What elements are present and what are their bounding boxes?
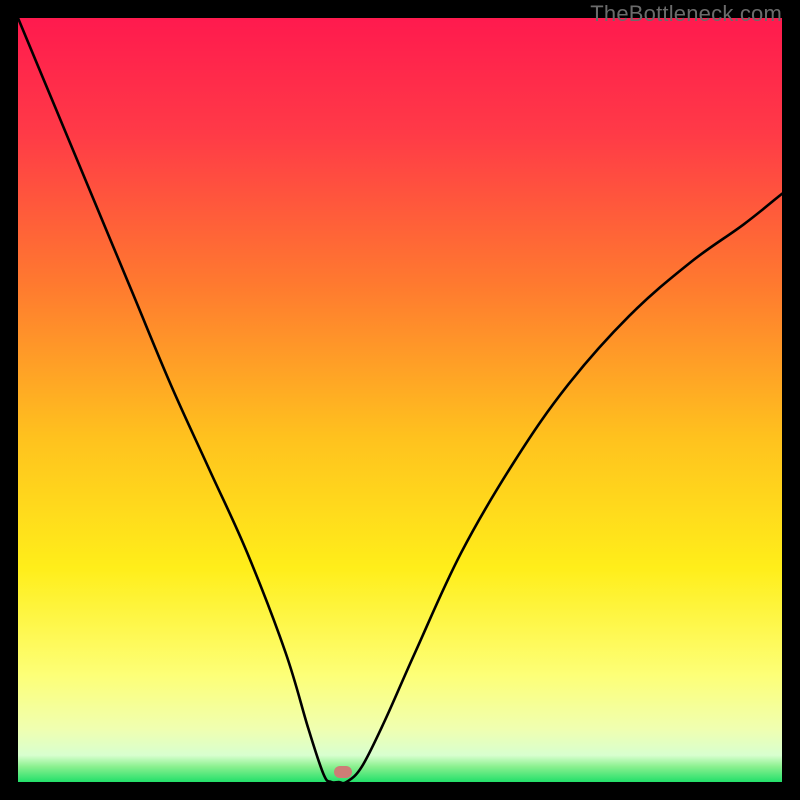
chart-frame [18, 18, 782, 782]
bottleneck-chart [18, 18, 782, 782]
gradient-background [18, 18, 782, 782]
